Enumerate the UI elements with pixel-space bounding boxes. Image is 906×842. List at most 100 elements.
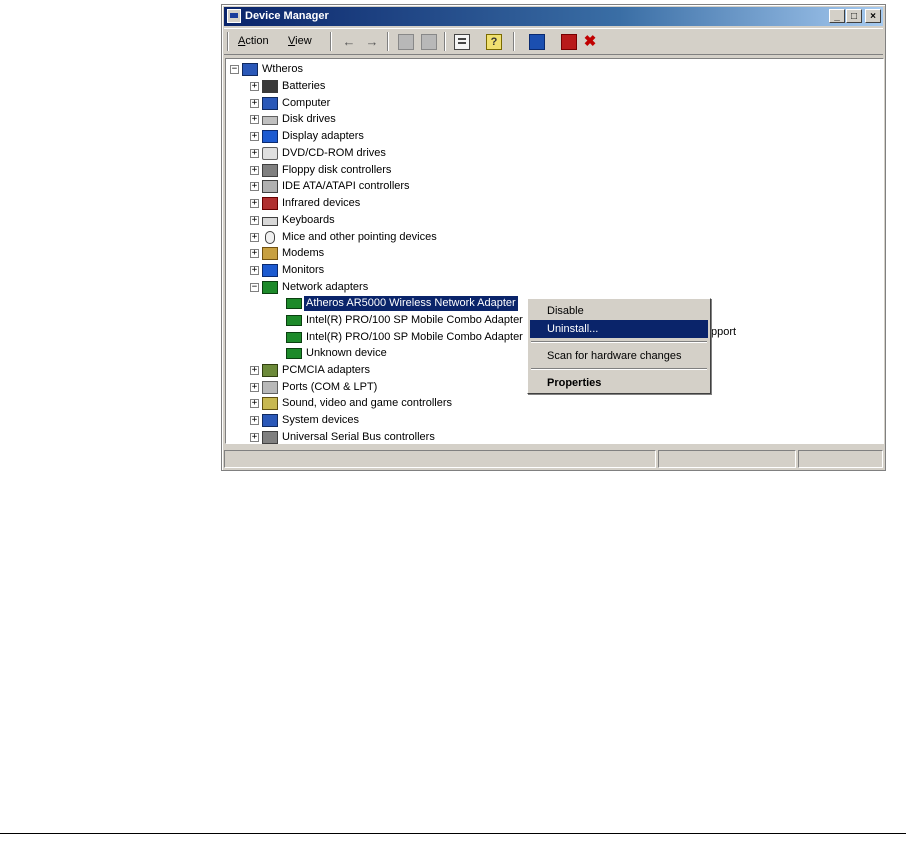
tree-item-disk-drives[interactable]: + Disk drives xyxy=(226,112,526,127)
expand-toggle[interactable]: + xyxy=(250,416,259,425)
tree-item-keyboards[interactable]: + Keyboards xyxy=(226,213,526,228)
list-view-icon[interactable] xyxy=(421,34,437,50)
menu-item-properties[interactable]: Properties xyxy=(530,374,708,392)
toolbar-separator xyxy=(444,32,446,51)
menu-item-scan-hardware[interactable]: Scan for hardware changes xyxy=(530,347,708,365)
title-bar[interactable]: Device Manager _ □ × xyxy=(224,7,883,26)
tree-item-intel-2[interactable]: Intel(R) PRO/100 SP Mobile Combo Adapter xyxy=(226,330,526,345)
help-icon[interactable]: ? xyxy=(486,34,502,50)
ide-icon xyxy=(262,180,278,193)
tree-item-label-selected: Atheros AR5000 Wireless Network Adapter xyxy=(304,296,518,311)
properties-icon[interactable] xyxy=(454,34,470,50)
close-button[interactable]: × xyxy=(865,9,881,23)
system-icon xyxy=(262,414,278,427)
tree-item-floppy[interactable]: + Floppy disk controllers xyxy=(226,163,526,178)
expand-toggle[interactable]: + xyxy=(250,233,259,242)
tree-item-label: Keyboards xyxy=(282,214,335,226)
tree-item-network-adapters[interactable]: − Network adapters xyxy=(226,280,526,295)
menu-item-disable[interactable]: Disable xyxy=(530,302,708,320)
expand-toggle[interactable]: + xyxy=(250,149,259,158)
tree-item-atheros[interactable]: Atheros AR5000 Wireless Network Adapter xyxy=(226,296,526,311)
expand-toggle[interactable]: + xyxy=(250,166,259,175)
device-manager-app-icon[interactable] xyxy=(227,9,241,23)
tree-view-icon[interactable] xyxy=(398,34,414,50)
tree-item-mice[interactable]: + Mice and other pointing devices xyxy=(226,230,526,245)
expand-toggle[interactable]: + xyxy=(250,433,259,442)
context-menu: Disable Uninstall... Scan for hardware c… xyxy=(527,298,711,394)
tree-item-label: Infrared devices xyxy=(282,197,361,209)
window-controls: _ □ × xyxy=(828,9,881,23)
expand-toggle[interactable]: + xyxy=(250,199,259,208)
maximize-button[interactable]: □ xyxy=(846,9,862,23)
disable-icon[interactable] xyxy=(561,34,577,50)
menu-action[interactable]: Action xyxy=(238,35,269,47)
tree-item-ports[interactable]: + Ports (COM & LPT) xyxy=(226,380,526,395)
collapse-toggle[interactable]: − xyxy=(230,65,239,74)
battery-icon xyxy=(262,80,278,93)
tree-item-label: Universal Serial Bus controllers xyxy=(282,431,435,443)
tree-item-pcmcia[interactable]: + PCMCIA adapters xyxy=(226,363,526,378)
status-panel-main xyxy=(224,450,656,468)
tree-item-unknown-device[interactable]: Unknown device xyxy=(226,346,526,361)
minimize-button[interactable]: _ xyxy=(829,9,845,23)
tree-item-label: Unknown device xyxy=(306,347,387,359)
ports-icon xyxy=(262,381,278,394)
expand-toggle[interactable]: + xyxy=(250,82,259,91)
menu-item-uninstall[interactable]: Uninstall... xyxy=(530,320,708,338)
menu-view[interactable]: View xyxy=(288,35,312,47)
tree-item-label: Monitors xyxy=(282,264,325,276)
status-bar xyxy=(224,448,883,468)
expand-toggle[interactable]: + xyxy=(250,216,259,225)
expand-toggle[interactable]: + xyxy=(250,249,259,258)
status-panel-2 xyxy=(658,450,796,468)
sound-icon xyxy=(262,397,278,410)
expand-toggle[interactable]: + xyxy=(250,266,259,275)
tree-item-label: Modems xyxy=(282,247,325,259)
collapse-toggle[interactable]: − xyxy=(250,283,259,292)
tree-item-ide[interactable]: + IDE ATA/ATAPI controllers xyxy=(226,179,526,194)
expand-toggle[interactable]: + xyxy=(250,99,259,108)
tree-item-label: Floppy disk controllers xyxy=(282,164,392,176)
tree-item-label: Disk drives xyxy=(282,113,336,125)
expand-toggle[interactable]: + xyxy=(250,399,259,408)
tree-item-sound[interactable]: + Sound, video and game controllers xyxy=(226,396,526,411)
scan-hardware-icon[interactable] xyxy=(529,34,545,50)
tree-item-display-adapters[interactable]: + Display adapters xyxy=(226,129,526,144)
status-panel-3 xyxy=(798,450,883,468)
computer-icon xyxy=(242,63,258,76)
tree-item-label: Sound, video and game controllers xyxy=(282,397,452,409)
expand-toggle[interactable]: + xyxy=(250,366,259,375)
network-card-icon xyxy=(286,332,302,343)
menu-view-rest: iew xyxy=(295,35,312,47)
back-icon[interactable]: ← xyxy=(341,34,357,50)
expand-toggle[interactable]: + xyxy=(250,383,259,392)
menu-action-rest: ction xyxy=(245,35,269,47)
tree-item-system-devices[interactable]: + System devices xyxy=(226,413,526,428)
tree-item-batteries[interactable]: + Batteries xyxy=(226,79,526,94)
floppy-icon xyxy=(262,164,278,177)
tree-item-monitors[interactable]: + Monitors xyxy=(226,263,526,278)
tree-item-label: Network adapters xyxy=(282,281,369,293)
tree-item-dvd-cdrom[interactable]: + DVD/CD-ROM drives xyxy=(226,146,526,161)
tree-item-label: Batteries xyxy=(282,80,326,92)
tree-item-infrared[interactable]: + Infrared devices xyxy=(226,196,526,211)
tree-item-computer[interactable]: + Computer xyxy=(226,96,526,111)
tree-item-usb[interactable]: + Universal Serial Bus controllers xyxy=(226,430,526,445)
uninstall-icon[interactable]: ✖ xyxy=(582,34,598,50)
tree-item-modems[interactable]: + Modems xyxy=(226,246,526,261)
display-icon xyxy=(262,130,278,143)
expand-toggle[interactable]: + xyxy=(250,132,259,141)
tree-item-intel-1[interactable]: Intel(R) PRO/100 SP Mobile Combo Adapter xyxy=(226,313,526,328)
tree-root[interactable]: − Wtheros xyxy=(226,62,526,77)
tree-item-label: Ports (COM & LPT) xyxy=(282,381,378,393)
hidden-row-text: pport xyxy=(711,326,737,338)
tree-item-label: Intel(R) PRO/100 SP Mobile Combo Adapter xyxy=(306,331,523,343)
expand-toggle[interactable]: + xyxy=(250,182,259,191)
toolbar: Action View ← → ? ✖ xyxy=(224,28,883,55)
forward-icon[interactable]: → xyxy=(364,34,380,50)
computer-icon xyxy=(262,97,278,110)
tree-item-label: DVD/CD-ROM drives xyxy=(282,147,386,159)
expand-toggle[interactable]: + xyxy=(250,115,259,124)
tree-item-label: Intel(R) PRO/100 SP Mobile Combo Adapter xyxy=(306,314,523,326)
monitor-icon xyxy=(262,264,278,277)
